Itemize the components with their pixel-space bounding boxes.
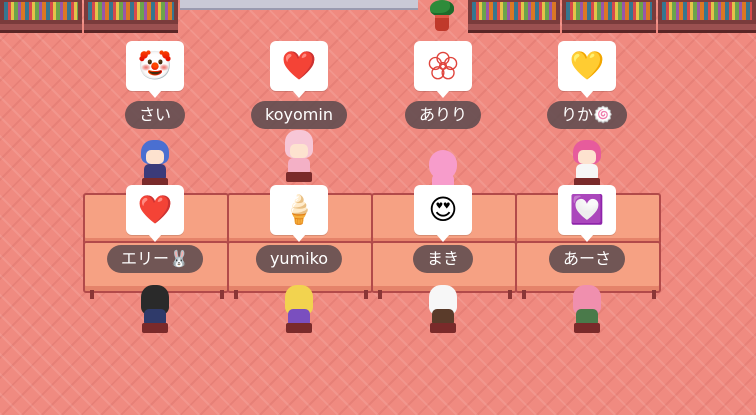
desk-leg (652, 290, 656, 299)
emote-bubble-koyomin: ❤️ (270, 41, 328, 98)
heart-eyes-face-icon: 😍 (428, 193, 458, 226)
player-name-tag: まき (412, 245, 474, 273)
avatar-sai[interactable] (137, 138, 173, 190)
window-ledge (180, 0, 418, 10)
player-name-tag: さい (124, 101, 186, 129)
red-heart-icon: ❤️ (281, 49, 317, 82)
yellow-heart-icon: 💛 (569, 49, 605, 82)
avatar-rika[interactable] (569, 138, 605, 190)
player-name-tag: エリー🐰 (107, 245, 203, 273)
avatar-asa[interactable] (569, 283, 605, 335)
player-name-tag: yumiko (255, 245, 343, 273)
desk-leg (220, 290, 224, 299)
bookshelf-right-1 (468, 0, 560, 33)
emote-bubble-sai: 🤡 (126, 41, 184, 98)
desk-leg (90, 290, 94, 299)
avatar-maki[interactable] (425, 283, 461, 335)
potted-plant (428, 0, 456, 31)
bookshelf-right-2 (562, 0, 656, 33)
desk-leg (508, 290, 512, 299)
red-heart-icon: ❤️ (137, 193, 173, 226)
emote-bubble-ariri (414, 41, 472, 98)
avatar-koyomin[interactable] (281, 130, 317, 184)
bookshelf-left-2 (84, 0, 178, 33)
emote-bubble-erii: ❤️ (126, 185, 184, 242)
bookshelf-right-3 (658, 0, 756, 33)
desk-leg (234, 290, 238, 299)
emote-bubble-yumiko: 🍦 (270, 185, 328, 242)
desk-leg (378, 290, 382, 299)
desk-leg (522, 290, 526, 299)
flower-stamp-icon (428, 51, 458, 80)
bookshelf-left (0, 0, 82, 33)
emote-bubble-rika: 💛 (558, 41, 616, 98)
clown-face-icon: 🤡 (137, 49, 173, 82)
avatar-erii[interactable] (137, 283, 173, 335)
heart-decoration-icon: 💟 (569, 193, 605, 226)
emote-bubble-asa: 💟 (558, 185, 616, 242)
avatar-yumiko[interactable] (281, 283, 317, 335)
emote-bubble-maki: 😍 (414, 185, 472, 242)
player-name-tag: ありり (404, 101, 482, 129)
player-name-tag: あーさ (548, 245, 626, 273)
desk-leg (364, 290, 368, 299)
soft-ice-cream-icon: 🍦 (281, 193, 317, 226)
player-name-tag: koyomin (251, 101, 347, 129)
player-name-tag: りか🍥 (547, 101, 627, 129)
